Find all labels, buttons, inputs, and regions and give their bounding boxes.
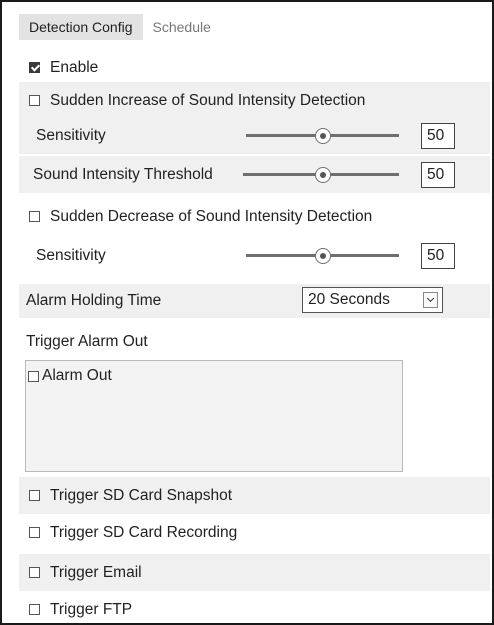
alarm-holding-select[interactable]: 20 Seconds (302, 287, 443, 313)
threshold-label: Sound Intensity Threshold (33, 165, 213, 183)
trigger-email-row: Trigger Email (19, 554, 490, 591)
increase-sensitivity-slider[interactable] (246, 127, 399, 144)
alarm-out-label: Alarm Out (42, 367, 112, 384)
enable-row: Enable (19, 49, 490, 86)
alarm-out-item[interactable]: Alarm Out (28, 367, 112, 385)
trigger-sd-recording-row: Trigger SD Card Recording (19, 514, 490, 551)
slider-knob[interactable] (314, 127, 331, 144)
alarm-holding-label: Alarm Holding Time (26, 292, 162, 309)
chevron-down-icon[interactable] (423, 292, 438, 308)
threshold-row: Sound Intensity Threshold 50 (19, 156, 490, 193)
trigger-alarm-out-row: Trigger Alarm Out (19, 323, 490, 360)
decrease-sensitivity-label: Sensitivity (36, 246, 106, 264)
trigger-sd-snapshot-row: Trigger SD Card Snapshot (19, 477, 490, 514)
enable-label: Enable (50, 58, 99, 76)
tab-schedule[interactable]: Schedule (143, 14, 221, 40)
threshold-slider[interactable] (243, 166, 399, 183)
trigger-sd-snapshot-checkbox[interactable] (29, 490, 40, 501)
slider-knob[interactable] (314, 247, 331, 264)
sudden-increase-row: Sudden Increase of Sound Intensity Detec… (19, 82, 490, 119)
sudden-decrease-row: Sudden Decrease of Sound Intensity Detec… (19, 198, 490, 235)
decrease-sensitivity-value[interactable]: 50 (421, 242, 455, 269)
increase-sensitivity-label: Sensitivity (36, 126, 106, 144)
increase-sensitivity-row: Sensitivity 50 (19, 117, 490, 154)
increase-sensitivity-value[interactable]: 50 (421, 122, 455, 149)
trigger-ftp-checkbox[interactable] (29, 604, 40, 615)
trigger-email-checkbox[interactable] (29, 567, 40, 578)
trigger-alarm-out-label: Trigger Alarm Out (26, 332, 148, 350)
threshold-value[interactable]: 50 (421, 161, 455, 188)
decrease-sensitivity-row: Sensitivity 50 (19, 237, 490, 274)
tab-detection-config[interactable]: Detection Config (19, 14, 143, 40)
alarm-out-list: Alarm Out (25, 360, 403, 472)
enable-checkbox[interactable] (29, 62, 40, 73)
tab-bar: Detection Config Schedule (19, 10, 221, 40)
sudden-decrease-checkbox[interactable] (29, 211, 40, 222)
trigger-sd-recording-checkbox[interactable] (29, 527, 40, 538)
sudden-decrease-label: Sudden Decrease of Sound Intensity Detec… (50, 207, 373, 225)
detection-config-panel: Detection Config Schedule Enable Sudden … (0, 0, 494, 625)
trigger-ftp-row: Trigger FTP (19, 591, 490, 623)
trigger-ftp-label: Trigger FTP (50, 600, 133, 618)
trigger-sd-snapshot-label: Trigger SD Card Snapshot (50, 486, 233, 504)
sudden-increase-checkbox[interactable] (29, 95, 40, 106)
trigger-email-label: Trigger Email (50, 563, 142, 581)
alarm-out-checkbox[interactable] (28, 370, 39, 382)
trigger-sd-recording-label: Trigger SD Card Recording (50, 523, 238, 541)
decrease-sensitivity-slider[interactable] (246, 247, 399, 264)
slider-knob[interactable] (314, 166, 331, 183)
sudden-increase-label: Sudden Increase of Sound Intensity Detec… (50, 91, 366, 109)
alarm-holding-value: 20 Seconds (308, 291, 390, 308)
